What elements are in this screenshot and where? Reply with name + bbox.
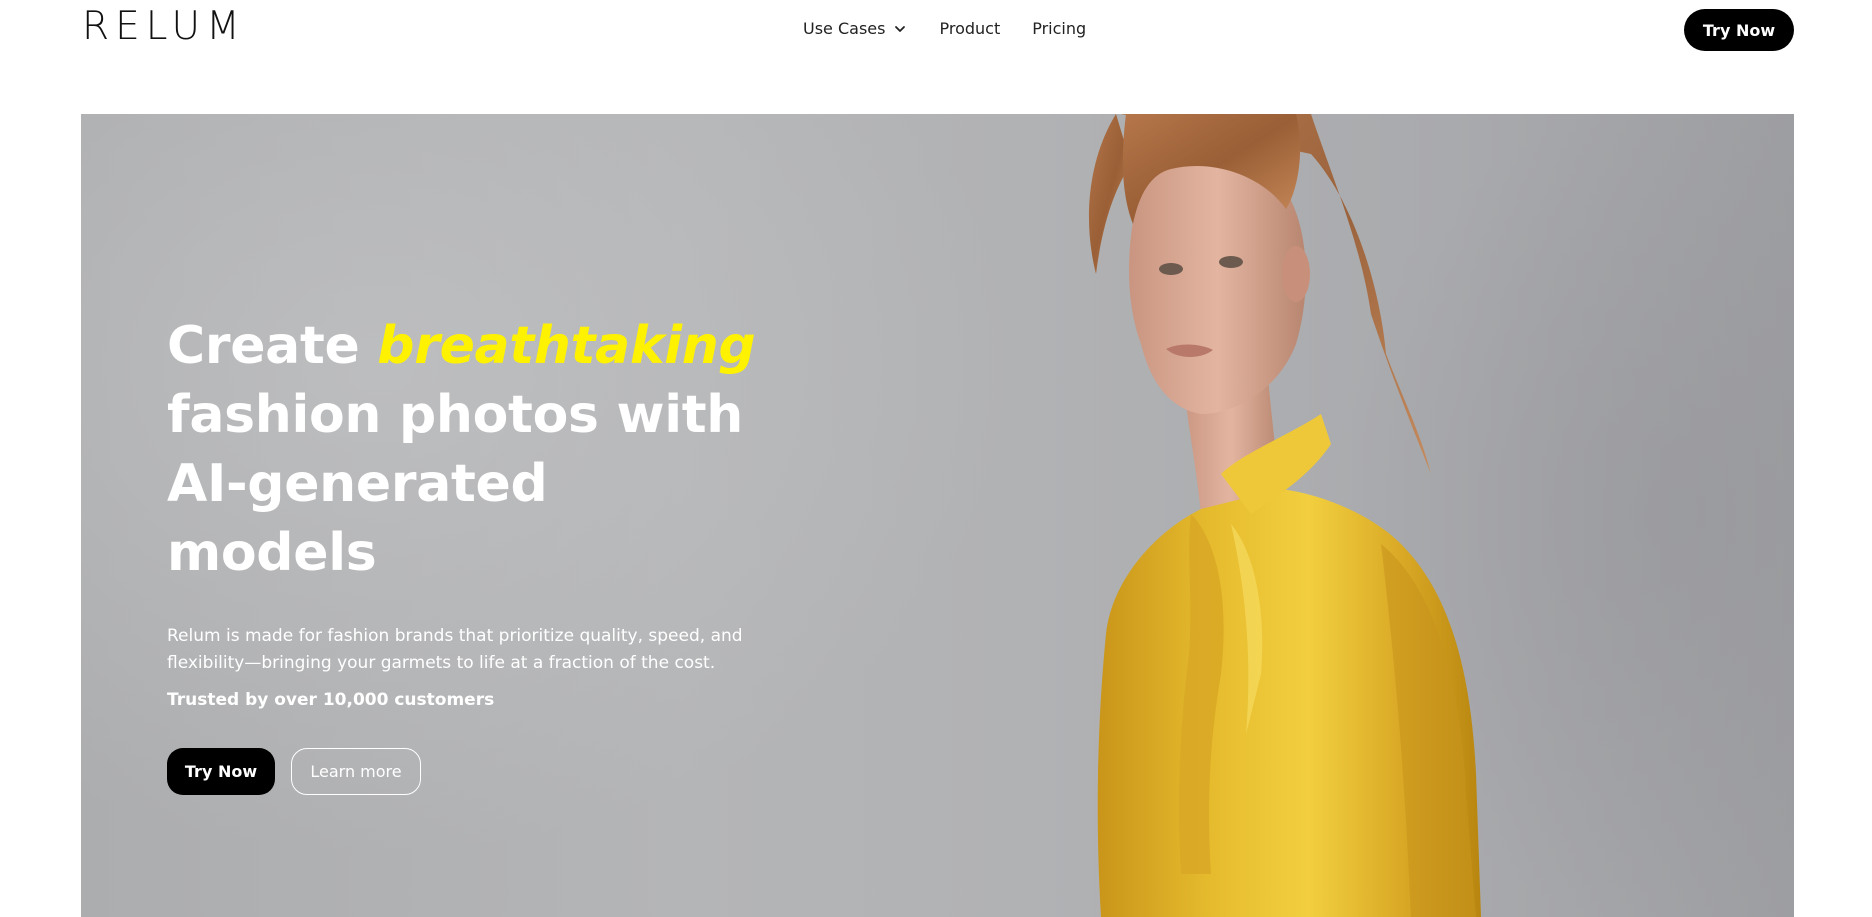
site-header: RELUM Use Cases Product Pricing Try Now (0, 0, 1872, 62)
main-nav: Use Cases Product Pricing (803, 19, 1086, 38)
headline-line2: fashion photos with (167, 385, 743, 445)
learn-more-button[interactable]: Learn more (291, 748, 421, 795)
headline-line4: models (167, 523, 377, 583)
trust-statement: Trusted by over 10,000 customers (167, 690, 495, 710)
hero-headline: Create breathtaking fashion photos with … (167, 312, 787, 588)
nav-pricing-label: Pricing (1032, 19, 1087, 38)
nav-product-label: Product (939, 19, 1001, 38)
hero-try-now-button[interactable]: Try Now (167, 748, 275, 795)
header-try-now-button[interactable]: Try Now (1684, 9, 1794, 51)
headline-accent: breathtaking (377, 316, 756, 376)
chevron-down-icon (895, 25, 906, 32)
hero-section: Create breathtaking fashion photos with … (81, 114, 1794, 917)
headline-line3: AI-generated (167, 454, 548, 514)
nav-use-cases[interactable]: Use Cases (803, 19, 907, 38)
logo[interactable]: RELUM (82, 4, 246, 49)
headline-prefix: Create (167, 316, 378, 376)
hero-subtitle: Relum is made for fashion brands that pr… (167, 626, 743, 673)
nav-pricing[interactable]: Pricing (1032, 19, 1086, 38)
nav-use-cases-label: Use Cases (803, 19, 886, 38)
nav-product[interactable]: Product (939, 19, 1000, 38)
landing-page: RELUM Use Cases Product Pricing Try Now (0, 0, 1872, 917)
